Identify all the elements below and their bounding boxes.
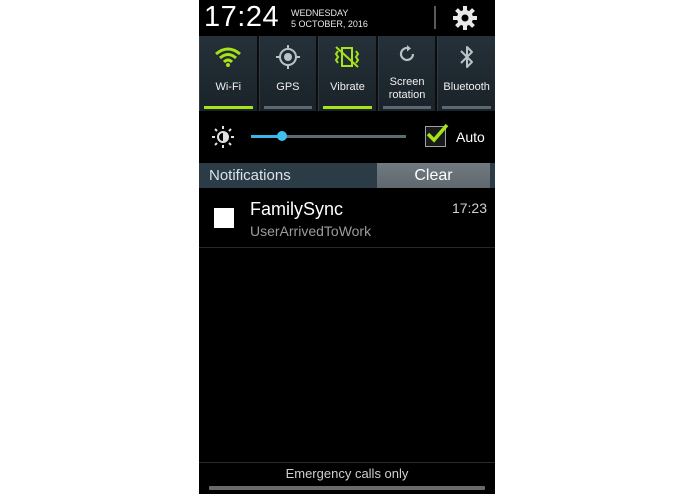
checkmark-icon (426, 123, 449, 143)
drag-handle[interactable] (209, 486, 485, 490)
notification-item[interactable]: FamilySync UserArrivedToWork 17:23 (199, 190, 495, 248)
vibrate-icon (335, 46, 360, 68)
toggle-label: Vibrate (330, 81, 365, 93)
clear-button[interactable]: Clear (377, 163, 490, 188)
clock: 17:24 (204, 1, 280, 33)
toggle-label: Wi-Fi (215, 81, 242, 93)
notification-app-name: FamilySync (250, 199, 344, 219)
notifications-title: Notifications (209, 167, 291, 184)
bluetooth-icon (459, 46, 473, 68)
header-divider (434, 6, 436, 29)
brightness-thumb[interactable] (277, 131, 287, 141)
toggle-indicator (442, 106, 491, 109)
toggle-indicator (382, 106, 432, 109)
toggle-label: Bluetooth (443, 81, 490, 93)
toggle-indicator (263, 106, 313, 109)
wifi-icon (215, 47, 242, 67)
toggle-label: Screen rotation (379, 76, 436, 102)
auto-brightness-label: Auto (456, 129, 485, 145)
date: 5 OCTOBER, 2016 (291, 19, 368, 29)
toggle-bluetooth[interactable]: Bluetooth (437, 36, 495, 111)
rotation-icon (400, 45, 415, 62)
notifications-header: Notifications Clear (199, 163, 495, 188)
toggle-vibrate[interactable]: Vibrate (318, 36, 376, 111)
gps-icon (275, 45, 300, 69)
toggle-indicator (323, 106, 372, 109)
emergency-calls-label: Emergency calls only (199, 462, 495, 485)
toggle-label-line2: rotation (388, 89, 426, 101)
notification-shade: 17:24 WEDNESDAY 5 OCTOBER, 2016 Wi-Fi GP… (199, 0, 495, 494)
gear-icon (453, 6, 477, 30)
notification-text: UserArrivedToWork (250, 223, 372, 239)
toggle-gps[interactable]: GPS (258, 36, 317, 111)
brightness-icon (212, 126, 234, 148)
toggle-indicator (204, 106, 253, 109)
app-icon (214, 208, 234, 228)
notification-time: 17:23 (451, 200, 487, 216)
weekday: WEDNESDAY (291, 8, 349, 18)
toggle-screen-rotation[interactable]: Screen rotation (377, 36, 436, 111)
auto-brightness-checkbox[interactable] (425, 123, 449, 147)
toggle-wifi[interactable]: Wi-Fi (199, 36, 257, 111)
toggle-label-line1: Screen (389, 76, 425, 88)
toggle-label: GPS (276, 81, 300, 93)
settings-button[interactable] (449, 3, 481, 33)
quick-settings: Wi-Fi GPS Vibrate Screen rotation Blueto… (199, 36, 495, 111)
